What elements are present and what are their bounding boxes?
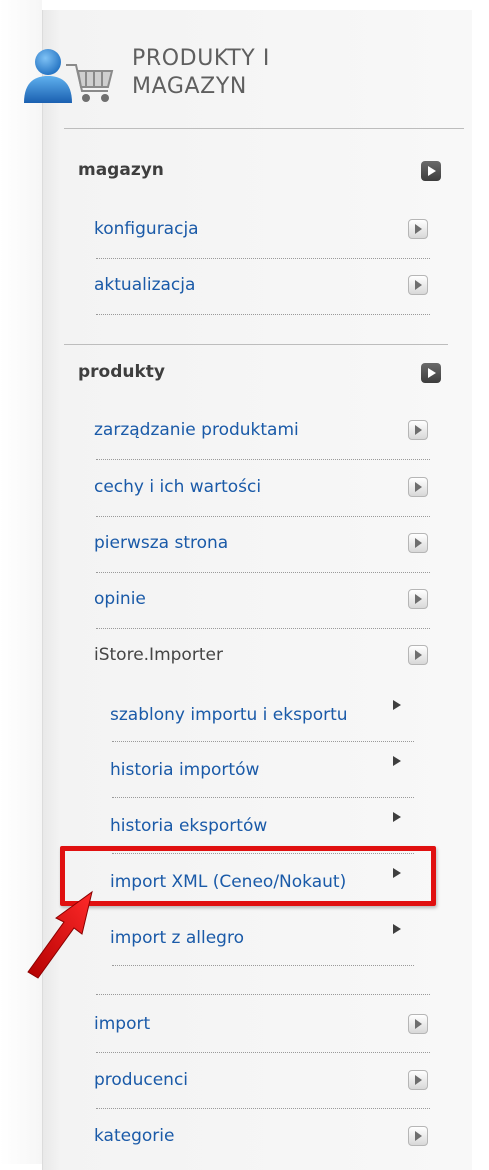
menu-item-cechy[interactable]: cechy i ich wartości [94,477,261,497]
triangle-icon [393,924,401,934]
menu-item-zarzadzanie-produktami[interactable]: zarządzanie produktami [94,420,299,440]
submenu-item-historia-eksportow[interactable]: historia eksportów [110,816,267,836]
menu-item-pierwsza-strona[interactable]: pierwsza strona [94,533,228,553]
triangle-icon [393,812,401,822]
highlight-box [60,846,436,906]
arrow-button-opinie[interactable] [408,589,428,609]
module-title: PRODUKTY I MAGAZYN [132,46,270,99]
arrow-button-producenci[interactable] [408,1070,428,1090]
arrow-button-import[interactable] [408,1014,428,1034]
row-divider [96,572,430,573]
section-divider [64,344,448,345]
submenu-item-historia-importow[interactable]: historia importów [110,760,259,780]
menu-item-kategorie[interactable]: kategorie [94,1126,174,1146]
header-divider [64,128,464,129]
row-divider [96,994,430,995]
submenu-item-szablony[interactable]: szablony importu i eksportu [110,705,348,725]
row-divider [112,741,414,742]
submenu-item-import-allegro[interactable]: import z allegro [110,928,244,948]
menu-item-aktualizacja[interactable]: aktualizacja [94,275,195,295]
arrow-button-zarzadzanie-produktami[interactable] [408,420,428,440]
section-toggle-produkty[interactable] [421,363,441,383]
arrow-button-istore-importer[interactable] [408,645,428,665]
row-divider [112,797,414,798]
menu-item-import[interactable]: import [94,1014,150,1034]
menu-item-istore-importer[interactable]: iStore.Importer [94,645,223,665]
row-divider [96,628,430,629]
page-margin [0,0,42,1164]
row-divider [96,459,430,460]
triangle-icon [393,756,401,766]
arrow-button-kategorie[interactable] [408,1126,428,1146]
arrow-button-konfiguracja[interactable] [408,219,428,239]
arrow-button-pierwsza-strona[interactable] [408,533,428,553]
row-divider [112,965,414,966]
section-toggle-magazyn[interactable] [421,161,441,181]
arrow-button-cechy[interactable] [408,477,428,497]
row-divider [96,258,430,259]
row-divider [96,1052,430,1053]
arrow-button-aktualizacja[interactable] [408,275,428,295]
menu-item-opinie[interactable]: opinie [94,589,146,609]
section-title-produkty: produkty [78,362,166,382]
menu-item-konfiguracja[interactable]: konfiguracja [94,219,199,239]
triangle-icon [393,700,401,710]
module-header: PRODUKTY I MAGAZYN [20,45,420,125]
menu-item-producenci[interactable]: producenci [94,1070,188,1090]
section-title-magazyn: magazyn [78,160,164,180]
row-divider [96,314,430,315]
user-cart-icon [24,49,114,103]
row-divider [96,516,430,517]
row-divider [96,1108,430,1109]
